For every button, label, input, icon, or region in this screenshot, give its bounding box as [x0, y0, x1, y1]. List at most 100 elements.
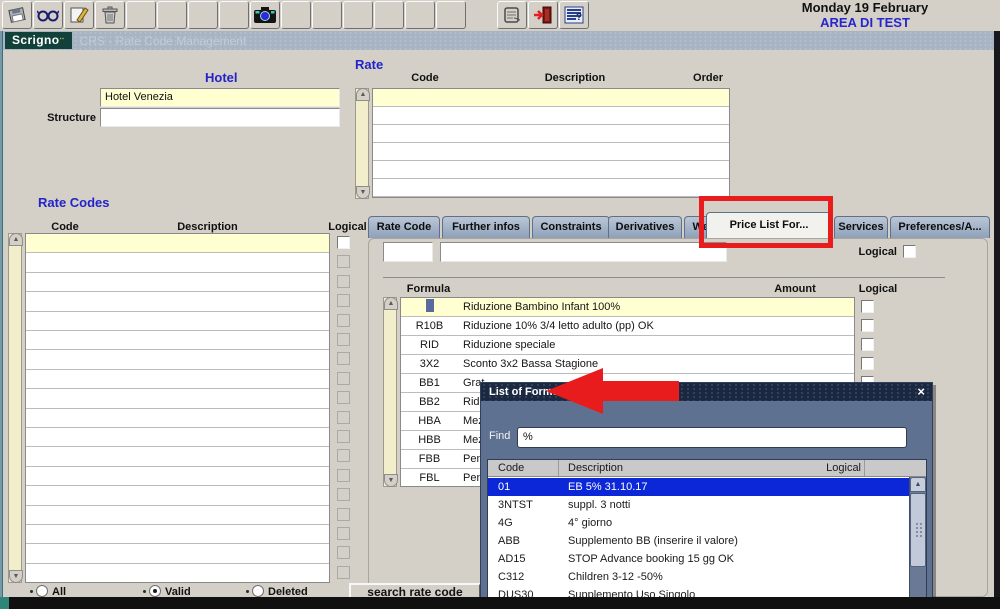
toolbar-button[interactable]: [436, 1, 466, 29]
rate-codes-row[interactable]: [26, 234, 329, 254]
edit-icon[interactable]: [64, 1, 94, 29]
toolbar-button[interactable]: [281, 1, 311, 29]
formula-row[interactable]: RID Riduzione speciale: [401, 336, 854, 355]
toolbar-button[interactable]: [219, 1, 249, 29]
rate-codes-row[interactable]: [26, 389, 329, 409]
formula-code: [401, 298, 458, 317]
camera-icon[interactable]: [250, 1, 280, 29]
tab-rate-code[interactable]: Rate Code: [368, 216, 440, 238]
window-right-border: [994, 31, 1000, 609]
toolbar-button[interactable]: [157, 1, 187, 29]
rate-codes-col-description: Description: [177, 221, 238, 233]
dialog-list-row[interactable]: 01 EB 5% 31.10.17: [488, 478, 911, 496]
dialog-list-row[interactable]: AD15 STOP Advance booking 15 gg OK: [488, 550, 911, 568]
logical-checkbox[interactable]: [337, 236, 350, 249]
toolbar-button[interactable]: [405, 1, 435, 29]
structure-field[interactable]: [100, 108, 340, 127]
find-input[interactable]: %: [517, 427, 907, 448]
logical-checkbox[interactable]: [861, 300, 874, 313]
rate-table-row[interactable]: [373, 143, 729, 161]
toolbar-button[interactable]: [126, 1, 156, 29]
toolbar-button[interactable]: [343, 1, 373, 29]
dialog-list-scrollbar[interactable]: ▲: [909, 477, 926, 609]
rate-table-row[interactable]: [373, 161, 729, 179]
scroll-down-icon[interactable]: ▼: [384, 474, 398, 487]
rate-codes-row[interactable]: [26, 408, 329, 428]
dialog-list-row[interactable]: 4G 4° giorno: [488, 514, 911, 532]
logical-checkbox[interactable]: [861, 338, 874, 351]
scroll-up-icon[interactable]: ▲: [356, 88, 370, 101]
separator: [383, 277, 945, 278]
formula-code: FBL: [419, 472, 440, 484]
toolbar-button[interactable]: [374, 1, 404, 29]
rate-scrollbar[interactable]: ▲ ▼: [355, 88, 370, 199]
save-icon: [8, 7, 26, 23]
radio-all[interactable]: [36, 585, 48, 597]
rate-codes-row[interactable]: [26, 272, 329, 293]
scroll-down-icon[interactable]: ▼: [356, 186, 370, 199]
save-icon[interactable]: [2, 1, 32, 29]
rate-table-row[interactable]: [373, 179, 729, 197]
rate-codes-row[interactable]: [26, 350, 329, 370]
logical-checkbox[interactable]: [861, 357, 874, 370]
rate-codes-row[interactable]: [26, 486, 329, 506]
rate-description-field[interactable]: [440, 242, 727, 262]
panel-logical-checkbox[interactable]: [903, 245, 916, 258]
dialog-row-code: 4G: [498, 517, 513, 529]
tab-services[interactable]: Services: [834, 216, 888, 238]
rate-codes-row[interactable]: [26, 292, 329, 312]
rate-code-field[interactable]: [383, 242, 433, 262]
rate-codes-row[interactable]: [26, 544, 329, 564]
rate-codes-row[interactable]: [26, 505, 329, 525]
dialog-list-row[interactable]: C312 Children 3-12 -50%: [488, 568, 911, 586]
rate-codes-row[interactable]: [26, 525, 329, 545]
rate-codes-row[interactable]: [26, 253, 329, 273]
tab-derivatives[interactable]: Derivatives: [608, 216, 682, 238]
logical-checkbox: [337, 294, 350, 308]
rate-codes-row[interactable]: [26, 563, 329, 582]
help-notes-icon[interactable]: ?: [559, 1, 589, 29]
dialog-list-row[interactable]: 3NTST suppl. 3 notti: [488, 496, 911, 514]
formula-scrollbar[interactable]: ▲ ▼: [383, 297, 398, 487]
toolbar-button[interactable]: [188, 1, 218, 29]
dialog-list-row[interactable]: ABB Supplemento BB (inserire il valore): [488, 532, 911, 550]
scroll-down-icon[interactable]: ▼: [9, 570, 23, 583]
formula-row[interactable]: R10B Riduzione 10% 3/4 letto adulto (pp) …: [401, 317, 854, 336]
radio-deleted[interactable]: [252, 585, 264, 597]
logical-checkbox: [337, 527, 350, 540]
formula-row[interactable]: Riduzione Bambino Infant 100%: [401, 298, 854, 317]
rate-codes-scrollbar[interactable]: ▲ ▼: [8, 233, 23, 583]
close-icon[interactable]: ×: [917, 383, 925, 401]
radio-valid[interactable]: [149, 585, 161, 597]
rate-codes-row[interactable]: [26, 466, 329, 487]
rate-codes-row[interactable]: [26, 369, 329, 390]
exit-door-icon[interactable]: [528, 1, 558, 29]
logical-checkbox[interactable]: [861, 319, 874, 332]
toolbar-button[interactable]: [312, 1, 342, 29]
rate-codes-row[interactable]: [26, 311, 329, 331]
find-glasses-icon[interactable]: [33, 1, 63, 29]
logical-checkbox: [337, 488, 350, 502]
rate-table-row[interactable]: [373, 125, 729, 143]
rate-codes-row[interactable]: [26, 447, 329, 467]
rate-codes-row[interactable]: [26, 331, 329, 351]
rate-table-row[interactable]: [373, 89, 729, 107]
scrollbar-thumb[interactable]: [910, 493, 926, 567]
tab-constraints[interactable]: Constraints: [532, 216, 610, 238]
hotel-field[interactable]: Hotel Venezia: [100, 88, 340, 107]
formula-list[interactable]: Code Description Logical 01 EB 5% 31.10.1…: [487, 459, 927, 609]
delete-trash-icon[interactable]: [95, 1, 125, 29]
formula-code: R10B: [415, 320, 444, 332]
tab-further-infos[interactable]: Further infos: [442, 216, 530, 238]
tab-preferences-a-[interactable]: Preferences/A...: [890, 216, 990, 238]
formula-row[interactable]: 3X2 Sconto 3x2 Bassa Stagione: [401, 355, 854, 374]
rate-codes-row[interactable]: [26, 428, 329, 448]
rate-table[interactable]: [372, 88, 730, 198]
rate-codes-table[interactable]: [25, 233, 330, 583]
scroll-up-icon[interactable]: ▲: [910, 477, 926, 492]
logical-checkbox: [337, 565, 350, 579]
scroll-up-icon[interactable]: ▲: [9, 233, 23, 246]
scroll-up-icon[interactable]: ▲: [384, 297, 398, 310]
rate-table-row[interactable]: [373, 107, 729, 125]
clipboard-icon[interactable]: [497, 1, 527, 29]
